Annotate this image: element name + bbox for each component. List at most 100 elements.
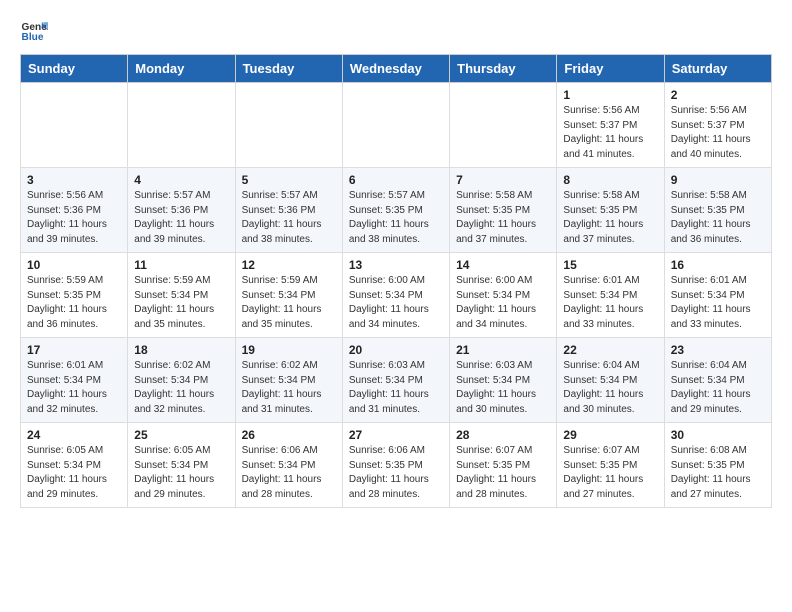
calendar-cell: 5 Sunrise: 5:57 AMSunset: 5:36 PMDaylight…	[235, 168, 342, 253]
calendar-cell: 9Sunrise: 5:58 AMSunset: 5:35 PMDaylight…	[664, 168, 771, 253]
calendar-cell: 6 Sunrise: 5:57 AMSunset: 5:35 PMDaylight…	[342, 168, 449, 253]
calendar-cell: 24 Sunrise: 6:05 AMSunset: 5:34 PMDayligh…	[21, 423, 128, 508]
day-number: 30	[671, 428, 765, 442]
logo: General Blue	[20, 16, 56, 44]
day-number: 25	[134, 428, 228, 442]
day-number: 12	[242, 258, 336, 272]
day-info: Sunrise: 5:58 AMSunset: 5:35 PMDaylight:…	[456, 189, 550, 247]
weekday-header-friday: Friday	[557, 55, 664, 83]
calendar-cell: 17 Sunrise: 6:01 AMSunset: 5:34 PMDayligh…	[21, 338, 128, 423]
day-number: 15	[563, 258, 657, 272]
day-number: 14	[456, 258, 550, 272]
calendar-cell: 20Sunrise: 6:03 AMSunset: 5:34 PMDayligh…	[342, 338, 449, 423]
calendar-cell	[342, 83, 449, 168]
page: General Blue SundayMondayTuesdayWednesda…	[0, 0, 792, 524]
calendar-cell: 19Sunrise: 6:02 AMSunset: 5:34 PMDayligh…	[235, 338, 342, 423]
day-number: 23	[671, 343, 765, 357]
day-number: 29	[563, 428, 657, 442]
logo-icon: General Blue	[20, 16, 48, 44]
calendar-cell: 23Sunrise: 6:04 AMSunset: 5:34 PMDayligh…	[664, 338, 771, 423]
calendar-cell: 8 Sunrise: 5:58 AMSunset: 5:35 PMDaylight…	[557, 168, 664, 253]
calendar-cell: 11 Sunrise: 5:59 AMSunset: 5:34 PMDayligh…	[128, 253, 235, 338]
calendar-body: 1 Sunrise: 5:56 AMSunset: 5:37 PMDaylight…	[21, 83, 772, 508]
calendar-cell: 13 Sunrise: 6:00 AMSunset: 5:34 PMDayligh…	[342, 253, 449, 338]
weekday-header-sunday: Sunday	[21, 55, 128, 83]
calendar-week-3: 10 Sunrise: 5:59 AMSunset: 5:35 PMDayligh…	[21, 253, 772, 338]
day-number: 10	[27, 258, 121, 272]
day-info: Sunrise: 5:59 AMSunset: 5:34 PMDaylight:…	[134, 274, 228, 332]
calendar-cell	[21, 83, 128, 168]
calendar-cell: 25 Sunrise: 6:05 AMSunset: 5:34 PMDayligh…	[128, 423, 235, 508]
day-info: Sunrise: 6:07 AMSunset: 5:35 PMDaylight:…	[563, 444, 657, 502]
day-info: Sunrise: 6:01 AMSunset: 5:34 PMDaylight:…	[563, 274, 657, 332]
calendar-cell: 16Sunrise: 6:01 AMSunset: 5:34 PMDayligh…	[664, 253, 771, 338]
calendar-cell: 30 Sunrise: 6:08 AMSunset: 5:35 PMDayligh…	[664, 423, 771, 508]
calendar-cell: 1 Sunrise: 5:56 AMSunset: 5:37 PMDaylight…	[557, 83, 664, 168]
day-number: 11	[134, 258, 228, 272]
day-info: Sunrise: 6:06 AMSunset: 5:35 PMDaylight:…	[349, 444, 443, 502]
calendar-week-1: 1 Sunrise: 5:56 AMSunset: 5:37 PMDaylight…	[21, 83, 772, 168]
calendar-cell: 22 Sunrise: 6:04 AMSunset: 5:34 PMDayligh…	[557, 338, 664, 423]
calendar-table: SundayMondayTuesdayWednesdayThursdayFrid…	[20, 54, 772, 508]
weekday-header-wednesday: Wednesday	[342, 55, 449, 83]
day-info: Sunrise: 5:58 AMSunset: 5:35 PMDaylight:…	[671, 189, 765, 247]
day-info: Sunrise: 6:01 AMSunset: 5:34 PMDaylight:…	[27, 359, 121, 417]
weekday-header-saturday: Saturday	[664, 55, 771, 83]
day-number: 5	[242, 173, 336, 187]
weekday-header-monday: Monday	[128, 55, 235, 83]
day-info: Sunrise: 5:57 AMSunset: 5:35 PMDaylight:…	[349, 189, 443, 247]
day-info: Sunrise: 5:56 AMSunset: 5:37 PMDaylight:…	[563, 104, 657, 162]
calendar-cell: 7 Sunrise: 5:58 AMSunset: 5:35 PMDaylight…	[450, 168, 557, 253]
day-number: 21	[456, 343, 550, 357]
day-number: 19	[242, 343, 336, 357]
day-info: Sunrise: 6:04 AMSunset: 5:34 PMDaylight:…	[563, 359, 657, 417]
calendar-week-5: 24 Sunrise: 6:05 AMSunset: 5:34 PMDayligh…	[21, 423, 772, 508]
day-info: Sunrise: 5:59 AMSunset: 5:35 PMDaylight:…	[27, 274, 121, 332]
day-info: Sunrise: 6:02 AMSunset: 5:34 PMDaylight:…	[134, 359, 228, 417]
day-info: Sunrise: 6:05 AMSunset: 5:34 PMDaylight:…	[27, 444, 121, 502]
day-info: Sunrise: 6:05 AMSunset: 5:34 PMDaylight:…	[134, 444, 228, 502]
day-info: Sunrise: 5:59 AMSunset: 5:34 PMDaylight:…	[242, 274, 336, 332]
day-info: Sunrise: 6:03 AMSunset: 5:34 PMDaylight:…	[349, 359, 443, 417]
calendar-cell: 18 Sunrise: 6:02 AMSunset: 5:34 PMDayligh…	[128, 338, 235, 423]
calendar-cell: 28 Sunrise: 6:07 AMSunset: 5:35 PMDayligh…	[450, 423, 557, 508]
day-info: Sunrise: 6:01 AMSunset: 5:34 PMDaylight:…	[671, 274, 765, 332]
day-number: 8	[563, 173, 657, 187]
day-number: 4	[134, 173, 228, 187]
day-info: Sunrise: 6:08 AMSunset: 5:35 PMDaylight:…	[671, 444, 765, 502]
day-number: 17	[27, 343, 121, 357]
calendar-cell	[128, 83, 235, 168]
day-info: Sunrise: 5:58 AMSunset: 5:35 PMDaylight:…	[563, 189, 657, 247]
day-info: Sunrise: 5:57 AMSunset: 5:36 PMDaylight:…	[134, 189, 228, 247]
calendar-cell: 12 Sunrise: 5:59 AMSunset: 5:34 PMDayligh…	[235, 253, 342, 338]
day-info: Sunrise: 6:07 AMSunset: 5:35 PMDaylight:…	[456, 444, 550, 502]
day-info: Sunrise: 6:03 AMSunset: 5:34 PMDaylight:…	[456, 359, 550, 417]
day-number: 22	[563, 343, 657, 357]
day-info: Sunrise: 5:56 AMSunset: 5:37 PMDaylight:…	[671, 104, 765, 162]
day-number: 6	[349, 173, 443, 187]
calendar-cell: 2 Sunrise: 5:56 AMSunset: 5:37 PMDaylight…	[664, 83, 771, 168]
day-number: 28	[456, 428, 550, 442]
day-info: Sunrise: 5:56 AMSunset: 5:36 PMDaylight:…	[27, 189, 121, 247]
day-number: 24	[27, 428, 121, 442]
calendar-cell: 10 Sunrise: 5:59 AMSunset: 5:35 PMDayligh…	[21, 253, 128, 338]
calendar-week-4: 17 Sunrise: 6:01 AMSunset: 5:34 PMDayligh…	[21, 338, 772, 423]
calendar-cell: 27 Sunrise: 6:06 AMSunset: 5:35 PMDayligh…	[342, 423, 449, 508]
day-number: 2	[671, 88, 765, 102]
calendar-week-2: 3Sunrise: 5:56 AMSunset: 5:36 PMDaylight…	[21, 168, 772, 253]
day-number: 13	[349, 258, 443, 272]
weekday-header-thursday: Thursday	[450, 55, 557, 83]
calendar-cell: 26Sunrise: 6:06 AMSunset: 5:34 PMDayligh…	[235, 423, 342, 508]
day-number: 7	[456, 173, 550, 187]
day-info: Sunrise: 5:57 AMSunset: 5:36 PMDaylight:…	[242, 189, 336, 247]
day-number: 27	[349, 428, 443, 442]
calendar-cell	[235, 83, 342, 168]
day-number: 18	[134, 343, 228, 357]
header: General Blue	[20, 16, 772, 44]
day-info: Sunrise: 6:00 AMSunset: 5:34 PMDaylight:…	[349, 274, 443, 332]
calendar-cell: 15 Sunrise: 6:01 AMSunset: 5:34 PMDayligh…	[557, 253, 664, 338]
day-number: 1	[563, 88, 657, 102]
calendar-cell: 21 Sunrise: 6:03 AMSunset: 5:34 PMDayligh…	[450, 338, 557, 423]
weekday-header-tuesday: Tuesday	[235, 55, 342, 83]
calendar-cell: 29 Sunrise: 6:07 AMSunset: 5:35 PMDayligh…	[557, 423, 664, 508]
